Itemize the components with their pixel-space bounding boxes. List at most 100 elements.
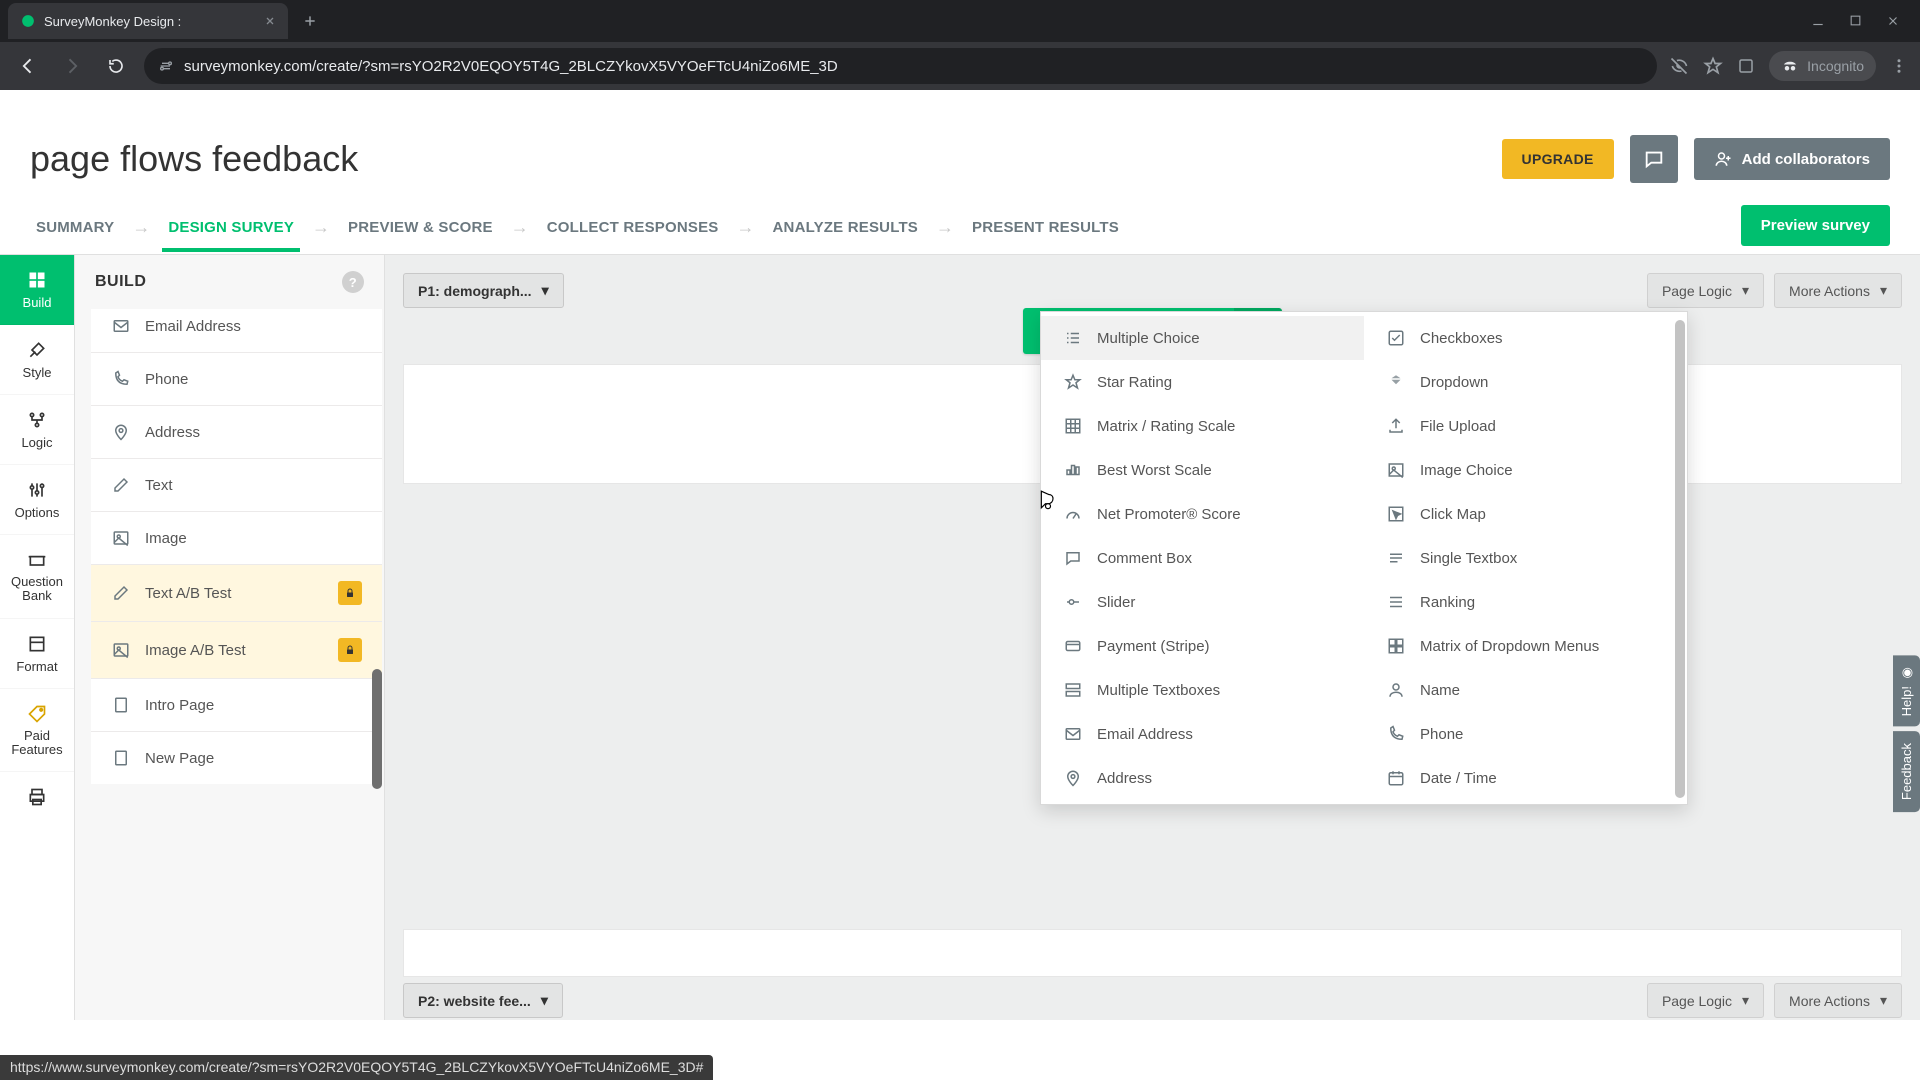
help-float-button[interactable]: Help! ◉ <box>1893 655 1920 726</box>
qtype-item[interactable]: Phone <box>1364 712 1687 756</box>
qtype-item[interactable]: Single Textbox <box>1364 536 1687 580</box>
qtype-item[interactable]: Star Rating <box>1041 360 1364 404</box>
pipeline-present[interactable]: PRESENT RESULTS <box>966 207 1125 252</box>
page-selector[interactable]: P1: demograph... ▾ <box>403 273 564 308</box>
page-2-right-actions: Page Logic ▾ More Actions ▾ <box>1647 983 1902 1018</box>
extensions-icon[interactable] <box>1737 57 1755 75</box>
minimize-icon[interactable] <box>1811 14 1825 28</box>
phone-icon <box>111 369 131 389</box>
build-item[interactable]: Text A/B Test <box>91 564 382 621</box>
chevron-down-icon: ▾ <box>1880 282 1887 299</box>
survey-title[interactable]: page flows feedback <box>30 138 358 180</box>
vtab-label: Options <box>15 505 60 520</box>
page-selector-2[interactable]: P2: website fee... ▾ <box>403 983 563 1018</box>
vtab-logic[interactable]: Logic <box>0 395 74 465</box>
qtype-item[interactable]: File Upload <box>1364 404 1687 448</box>
pipeline-analyze[interactable]: ANALYZE RESULTS <box>767 207 925 252</box>
upgrade-button[interactable]: UPGRADE <box>1502 139 1614 179</box>
vtab-options[interactable]: Options <box>0 465 74 535</box>
vtab-question-bank[interactable]: Question Bank <box>0 535 74 619</box>
qtype-item[interactable]: Matrix of Dropdown Menus <box>1364 624 1687 668</box>
pipeline-preview[interactable]: PREVIEW & SCORE <box>342 207 499 252</box>
reload-button[interactable] <box>100 50 132 82</box>
address-bar[interactable]: surveymonkey.com/create/?sm=rsYO2R2V0EQO… <box>144 48 1657 84</box>
kebab-menu-icon[interactable] <box>1890 57 1908 75</box>
page-logic-dropdown[interactable]: Page Logic ▾ <box>1647 273 1764 308</box>
back-button[interactable] <box>12 50 44 82</box>
qtype-item[interactable]: Net Promoter® Score <box>1041 492 1364 536</box>
pipeline-design[interactable]: DESIGN SURVEY <box>162 207 300 252</box>
page-logic-dropdown-2[interactable]: Page Logic ▾ <box>1647 983 1764 1018</box>
preview-survey-button[interactable]: Preview survey <box>1741 205 1890 246</box>
build-item[interactable]: Email Address <box>91 309 382 352</box>
more-actions-dropdown-2[interactable]: More Actions ▾ <box>1774 983 1902 1018</box>
build-item[interactable]: Intro Page <box>91 678 382 731</box>
new-tab-button[interactable] <box>296 7 324 35</box>
chevron-down-icon: ▾ <box>1880 992 1887 1009</box>
qtype-icon <box>1063 724 1083 744</box>
build-item[interactable]: New Page <box>91 731 382 784</box>
qtype-item[interactable]: Payment (Stripe) <box>1041 624 1364 668</box>
page-2-block: P2: website fee... ▾ Page Logic ▾ More A… <box>403 929 1902 1020</box>
qtype-icon <box>1063 636 1083 656</box>
chevron-right-icon: → <box>132 217 150 238</box>
build-item[interactable]: Address <box>91 405 382 458</box>
more-actions-dropdown[interactable]: More Actions ▾ <box>1774 273 1902 308</box>
qtype-item[interactable]: Multiple Choice <box>1041 316 1364 360</box>
qtype-item[interactable]: Matrix / Rating Scale <box>1041 404 1364 448</box>
forward-button[interactable] <box>56 50 88 82</box>
vtab-print[interactable] <box>0 772 74 822</box>
qtype-item[interactable]: Slider <box>1041 580 1364 624</box>
qtype-item[interactable]: Date / Time <box>1364 756 1687 800</box>
qtype-item[interactable]: Checkboxes <box>1364 316 1687 360</box>
qtype-label: Name <box>1420 682 1460 699</box>
qtype-item[interactable]: Click Map <box>1364 492 1687 536</box>
incognito-icon <box>1781 57 1799 75</box>
menu-scrollbar-thumb[interactable] <box>1675 320 1685 798</box>
feedback-float-button[interactable]: Feedback <box>1893 731 1920 812</box>
info-circle-icon: ◉ <box>1899 665 1914 680</box>
chevron-down-icon: ▾ <box>1742 282 1749 299</box>
qtype-icon <box>1386 680 1406 700</box>
qtype-item[interactable]: Address <box>1041 756 1364 800</box>
close-icon[interactable] <box>264 15 276 27</box>
app-viewport: page flows feedback UPGRADE Add collabor… <box>0 90 1920 1080</box>
qtype-icon <box>1386 460 1406 480</box>
bookmark-star-icon[interactable] <box>1703 56 1723 76</box>
vtab-format[interactable]: Format <box>0 619 74 689</box>
qtype-label: Image Choice <box>1420 462 1513 479</box>
qtype-item[interactable]: Name <box>1364 668 1687 712</box>
pin-icon <box>111 422 131 442</box>
qtype-label: Phone <box>1420 726 1463 743</box>
eye-off-icon[interactable] <box>1669 56 1689 76</box>
vtab-paid-features[interactable]: Paid Features <box>0 689 74 773</box>
build-item[interactable]: Image A/B Test <box>91 621 382 678</box>
qtype-item[interactable]: Dropdown <box>1364 360 1687 404</box>
qtype-item[interactable]: Best Worst Scale <box>1041 448 1364 492</box>
help-icon[interactable]: ? <box>342 271 364 293</box>
site-settings-icon[interactable] <box>158 58 174 74</box>
close-window-icon[interactable] <box>1886 14 1900 28</box>
qtype-item[interactable]: Image Choice <box>1364 448 1687 492</box>
build-item[interactable]: Phone <box>91 352 382 405</box>
add-collaborators-button[interactable]: Add collaborators <box>1694 138 1890 180</box>
comment-button[interactable] <box>1630 135 1678 183</box>
qtype-item[interactable]: Comment Box <box>1041 536 1364 580</box>
image-icon <box>111 528 131 548</box>
maximize-icon[interactable] <box>1849 14 1862 28</box>
build-item[interactable]: Image <box>91 511 382 564</box>
browser-tab[interactable]: SurveyMonkey Design : <box>8 3 288 39</box>
vtab-style[interactable]: Style <box>0 325 74 395</box>
build-item[interactable]: Text <box>91 458 382 511</box>
page-2-card[interactable] <box>403 929 1902 977</box>
pipeline-collect[interactable]: COLLECT RESPONSES <box>541 207 725 252</box>
qtype-item[interactable]: Multiple Textboxes <box>1041 668 1364 712</box>
incognito-badge[interactable]: Incognito <box>1769 51 1876 81</box>
mail-icon <box>111 316 131 336</box>
vtab-build[interactable]: Build <box>0 255 74 325</box>
help-label: Help! <box>1899 686 1914 716</box>
pipeline-summary[interactable]: SUMMARY <box>30 207 120 252</box>
qtype-item[interactable]: Ranking <box>1364 580 1687 624</box>
scrollbar-thumb[interactable] <box>372 669 382 789</box>
qtype-item[interactable]: Email Address <box>1041 712 1364 756</box>
